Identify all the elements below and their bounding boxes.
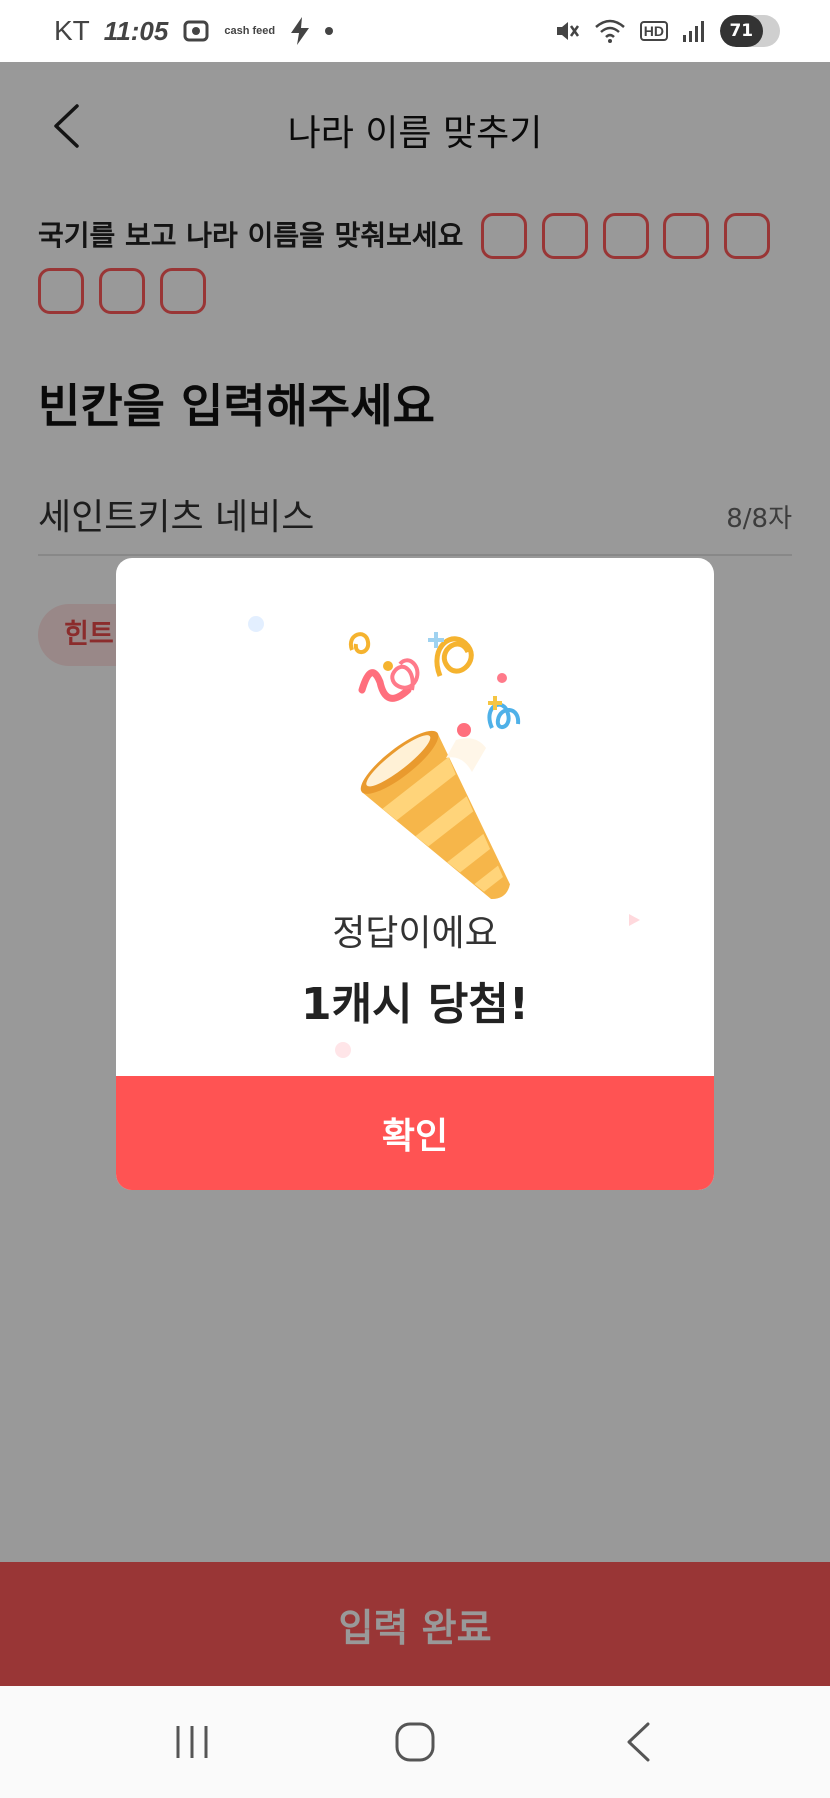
hd-voice-icon: HD [639,21,668,41]
carrier-label: KT [54,15,90,46]
notification-dot [325,27,334,35]
confirm-label: 확인 [381,1116,449,1157]
home-icon [395,1722,435,1762]
battery-level: 71 [720,15,763,47]
signal-icon [682,19,706,43]
charging-bolt-icon [289,16,311,46]
status-left: KT 11:05 cash feed [54,15,334,47]
screenshot-icon [182,17,210,45]
nav-back-button[interactable] [593,1702,683,1782]
result-message: 정답이에요 [332,913,498,954]
back-icon [627,1722,650,1762]
clock: 11:05 [103,15,169,46]
status-bar: KT 11:05 cash feed HD 71 [0,0,830,62]
status-right: HD 71 [554,15,780,47]
battery-icon: 71 [720,15,780,47]
recent-apps-icon [176,1726,208,1758]
reward-text: 1캐시 당첨! [301,979,529,1030]
confirm-button[interactable]: 확인 [116,1076,714,1190]
recent-apps-button[interactable] [147,1702,237,1782]
result-modal: 정답이에요 1캐시 당첨! 확인 [116,558,714,1190]
home-button[interactable] [370,1702,460,1782]
mute-icon [554,18,580,44]
system-navbar [0,1686,830,1798]
wifi-icon [594,18,626,44]
cashfeed-icon: cash feed [224,25,276,37]
